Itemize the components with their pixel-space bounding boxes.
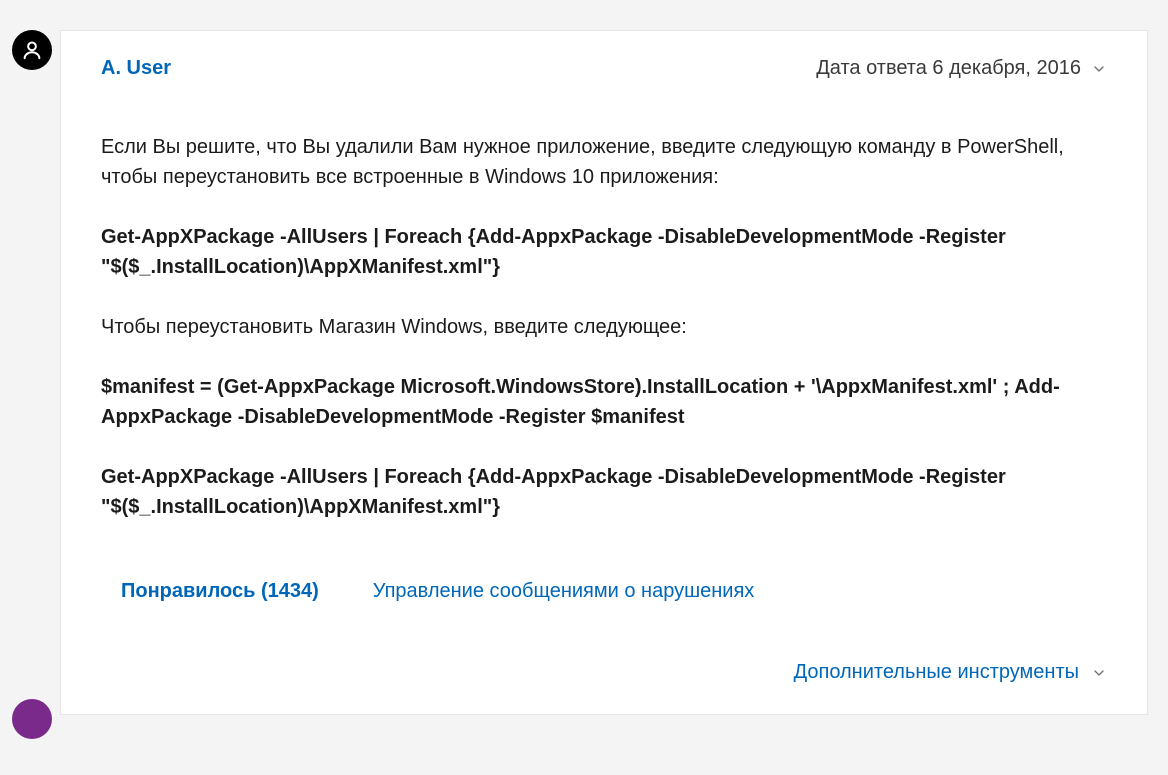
answer-actions: Понравилось (1434) Управление сообщениям… — [101, 580, 1107, 603]
answer-header: A. User Дата ответа 6 декабря, 2016 — [101, 57, 1107, 80]
more-tools-toggle[interactable]: Дополнительные инструменты — [101, 661, 1107, 684]
body-command: $manifest = (Get-AppxPackage Microsoft.W… — [101, 372, 1107, 432]
avatar[interactable] — [12, 30, 52, 70]
report-abuse-button[interactable]: Управление сообщениями о нарушениях — [373, 580, 755, 603]
chevron-down-icon — [1091, 61, 1107, 77]
body-command: Get-AppXPackage -AllUsers | Foreach {Add… — [101, 222, 1107, 282]
author-link[interactable]: A. User — [101, 57, 171, 80]
body-paragraph: Если Вы решите, что Вы удалили Вам нужно… — [101, 132, 1107, 192]
reply-date-label: Дата ответа 6 декабря, 2016 — [816, 57, 1081, 80]
chevron-down-icon — [1091, 665, 1107, 681]
answer-card: A. User Дата ответа 6 декабря, 2016 Если… — [60, 30, 1148, 715]
body-paragraph: Чтобы переустановить Магазин Windows, вв… — [101, 312, 1107, 342]
avatar[interactable] — [12, 699, 52, 739]
reply-date-toggle[interactable]: Дата ответа 6 декабря, 2016 — [816, 57, 1107, 80]
answer-body: Если Вы решите, что Вы удалили Вам нужно… — [101, 132, 1107, 522]
more-tools-label: Дополнительные инструменты — [794, 661, 1079, 684]
like-button[interactable]: Понравилось (1434) — [121, 580, 319, 603]
person-icon — [21, 39, 43, 61]
body-command: Get-AppXPackage -AllUsers | Foreach {Add… — [101, 462, 1107, 522]
